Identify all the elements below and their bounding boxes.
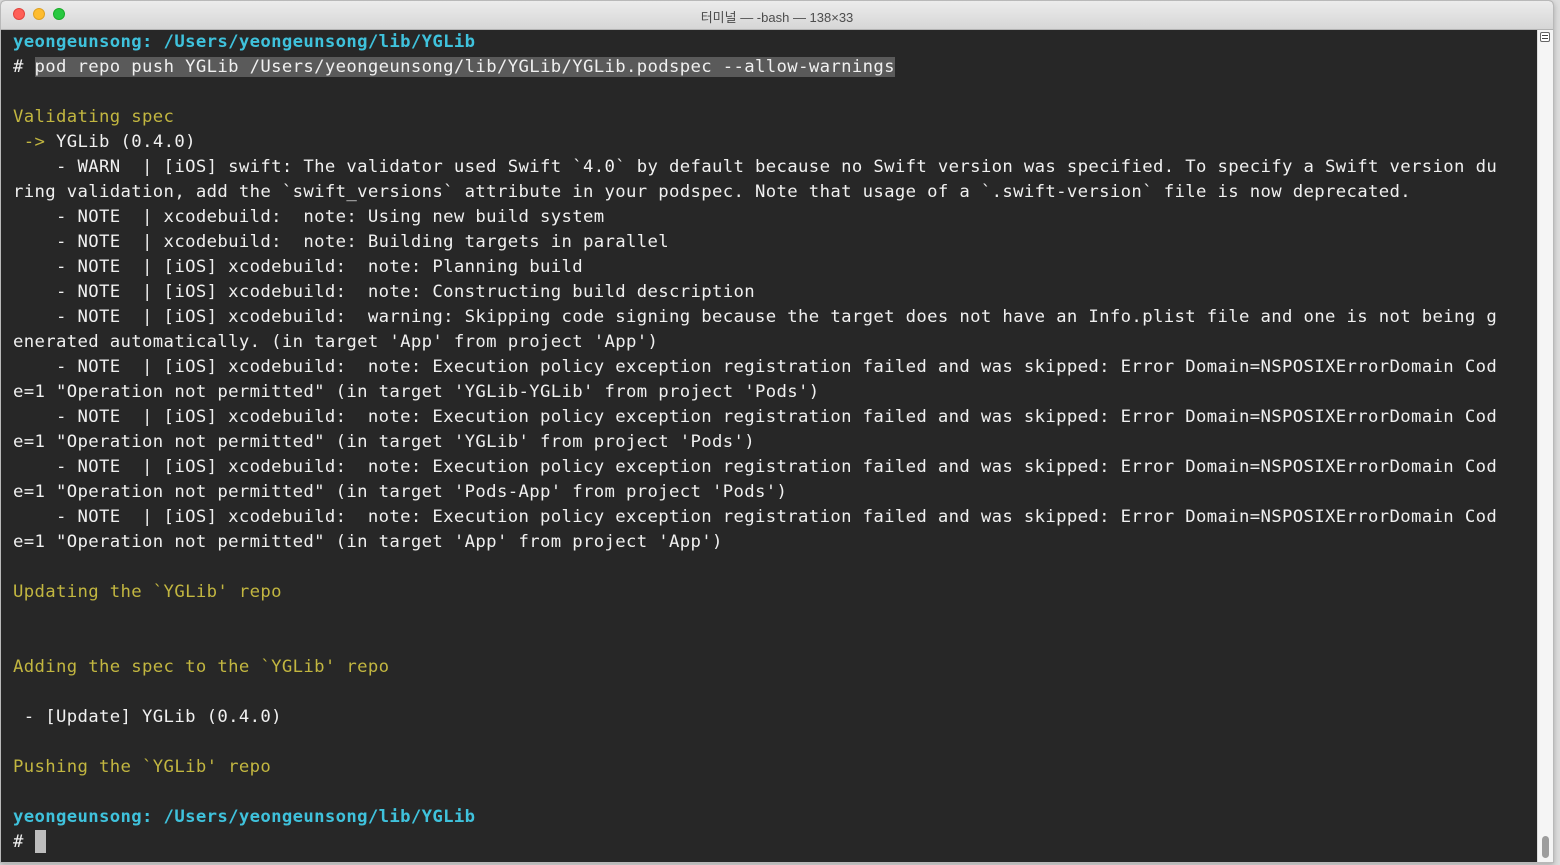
command-text: pod repo push YGLib /Users/yeongeunsong/…: [34, 57, 895, 77]
line-text: e=1 "Operation not permitted" (in target…: [13, 432, 756, 452]
text-cursor: [34, 830, 46, 853]
terminal-line: - NOTE | [iOS] xcodebuild: note: Constru…: [13, 280, 1533, 305]
terminal-line: - NOTE | [iOS] xcodebuild: note: Executi…: [13, 455, 1533, 480]
terminal-line: e=1 "Operation not permitted" (in target…: [13, 380, 1533, 405]
terminal-line: - NOTE | [iOS] xcodebuild: note: Executi…: [13, 405, 1533, 430]
line-text: - NOTE | [iOS] xcodebuild: note: Constru…: [13, 282, 756, 302]
line-text: - NOTE | xcodebuild: note: Building targ…: [13, 232, 670, 252]
terminal-line: # pod repo push YGLib /Users/yeongeunson…: [13, 55, 1533, 80]
line-text: - NOTE | [iOS] xcodebuild: note: Plannin…: [13, 257, 583, 277]
prompt-path: yeongeunsong: /Users/yeongeunsong/lib/YG…: [13, 807, 476, 827]
terminal-line: Adding the spec to the `YGLib' repo: [13, 655, 1533, 680]
line-text: e=1 "Operation not permitted" (in target…: [13, 482, 788, 502]
terminal-line: - NOTE | [iOS] xcodebuild: warning: Skip…: [13, 305, 1533, 330]
terminal-line: -> YGLib (0.4.0): [13, 130, 1533, 155]
terminal-line: yeongeunsong: /Users/yeongeunsong/lib/YG…: [13, 805, 1533, 830]
terminal-line: ring validation, add the `swift_versions…: [13, 180, 1533, 205]
line-text: - NOTE | [iOS] xcodebuild: note: Executi…: [13, 407, 1498, 427]
terminal-line: enerated automatically. (in target 'App'…: [13, 330, 1533, 355]
line-text: YGLib (0.4.0): [56, 132, 196, 152]
scrollbar-menu-icon[interactable]: [1540, 32, 1550, 42]
terminal-line: - WARN | [iOS] swift: The validator used…: [13, 155, 1533, 180]
line-text: Validating spec: [13, 107, 175, 127]
line-text: #: [13, 57, 35, 77]
line-text: - NOTE | [iOS] xcodebuild: note: Executi…: [13, 507, 1498, 527]
terminal-line: e=1 "Operation not permitted" (in target…: [13, 430, 1533, 455]
terminal-line: - NOTE | xcodebuild: note: Building targ…: [13, 230, 1533, 255]
line-text: - WARN | [iOS] swift: The validator used…: [13, 157, 1498, 177]
line-text: Pushing the `YGLib' repo: [13, 757, 272, 777]
line-text: - NOTE | [iOS] xcodebuild: note: Executi…: [13, 357, 1498, 377]
scrollbar[interactable]: [1537, 30, 1553, 862]
line-text: - NOTE | [iOS] xcodebuild: warning: Skip…: [13, 307, 1498, 327]
title-bar[interactable]: 터미널 — -bash — 138×33: [1, 1, 1553, 30]
line-text: ring validation, add the `swift_versions…: [13, 182, 1412, 202]
terminal-line: #: [13, 830, 1533, 855]
terminal-line: - NOTE | [iOS] xcodebuild: note: Executi…: [13, 355, 1533, 380]
terminal-line: - NOTE | xcodebuild: note: Using new bui…: [13, 205, 1533, 230]
line-text: e=1 "Operation not permitted" (in target…: [13, 532, 723, 552]
line-text: Adding the spec to the `YGLib' repo: [13, 657, 390, 677]
line-text: #: [13, 832, 35, 852]
terminal-line: e=1 "Operation not permitted" (in target…: [13, 480, 1533, 505]
terminal-line: e=1 "Operation not permitted" (in target…: [13, 530, 1533, 555]
terminal-line: Updating the `YGLib' repo: [13, 580, 1533, 605]
line-text: - NOTE | [iOS] xcodebuild: note: Executi…: [13, 457, 1498, 477]
line-text: - NOTE | xcodebuild: note: Using new bui…: [13, 207, 605, 227]
line-text: enerated automatically. (in target 'App'…: [13, 332, 659, 352]
line-text: - [Update] YGLib (0.4.0): [13, 707, 282, 727]
line-text: e=1 "Operation not permitted" (in target…: [13, 382, 820, 402]
line-text: ->: [13, 132, 57, 152]
scrollbar-thumb[interactable]: [1542, 836, 1549, 858]
terminal-line: - [Update] YGLib (0.4.0): [13, 705, 1533, 730]
terminal-window: 터미널 — -bash — 138×33 yeongeunsong: /User…: [0, 0, 1554, 863]
terminal-line: - NOTE | [iOS] xcodebuild: note: Plannin…: [13, 255, 1533, 280]
terminal-line: Validating spec: [13, 105, 1533, 130]
prompt-path: yeongeunsong: /Users/yeongeunsong/lib/YG…: [13, 32, 476, 52]
line-text: Updating the `YGLib' repo: [13, 582, 282, 602]
terminal-line: Pushing the `YGLib' repo: [13, 755, 1533, 780]
terminal-output[interactable]: yeongeunsong: /Users/yeongeunsong/lib/YG…: [1, 30, 1537, 862]
window-title: 터미널 — -bash — 138×33: [700, 10, 854, 25]
terminal-line: - NOTE | [iOS] xcodebuild: note: Executi…: [13, 505, 1533, 530]
terminal-line: yeongeunsong: /Users/yeongeunsong/lib/YG…: [13, 30, 1533, 55]
